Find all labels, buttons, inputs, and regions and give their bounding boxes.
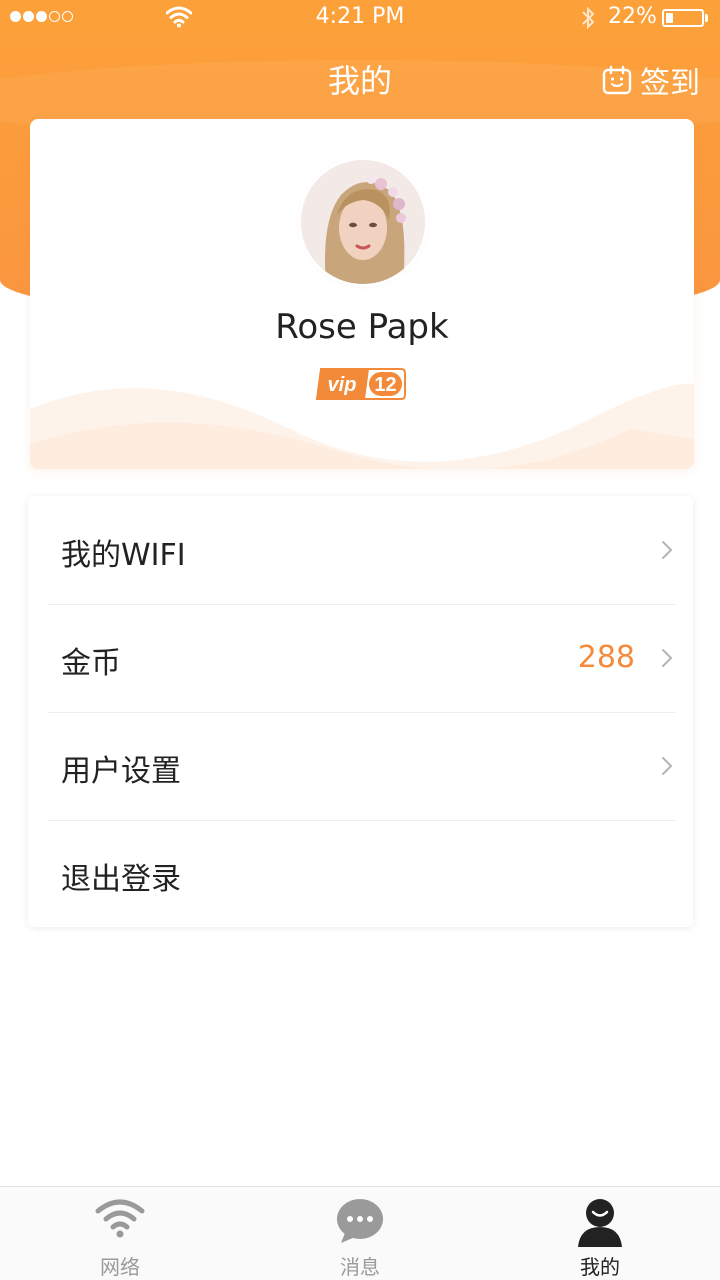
menu-item-wifi[interactable]: 我的WIFI bbox=[28, 496, 693, 604]
checkin-button[interactable]: 签到 bbox=[602, 58, 700, 102]
chevron-right-icon bbox=[662, 541, 672, 559]
calendar-smile-icon bbox=[602, 65, 632, 95]
battery-percent: 22% bbox=[608, 4, 657, 29]
tab-profile[interactable]: 我的 bbox=[480, 1187, 720, 1280]
menu-item-coins[interactable]: 金币 288 bbox=[28, 604, 693, 712]
avatar-image bbox=[301, 160, 425, 284]
avatar[interactable] bbox=[301, 160, 425, 284]
chat-bubble-icon bbox=[337, 1199, 383, 1243]
battery-icon bbox=[662, 9, 704, 27]
tab-messages[interactable]: 消息 bbox=[240, 1187, 480, 1280]
tab-label: 我的 bbox=[580, 1255, 620, 1279]
menu-item-label: 金币 bbox=[61, 646, 121, 681]
tab-network[interactable]: 网络 bbox=[0, 1187, 240, 1280]
status-bar: 4:21 PM 22% bbox=[0, 0, 720, 36]
username: Rose Papk bbox=[275, 307, 449, 347]
chevron-right-icon bbox=[662, 757, 672, 775]
coin-balance: 288 bbox=[577, 640, 635, 675]
vip-level: 12 bbox=[374, 374, 396, 396]
vip-level-badge: vip 12 bbox=[315, 368, 406, 400]
profile-card: Rose Papk vip 12 bbox=[30, 119, 694, 469]
vip-label: vip bbox=[328, 374, 357, 396]
wifi-icon bbox=[95, 1199, 145, 1238]
menu-item-logout[interactable]: 退出登录 bbox=[28, 820, 693, 928]
menu-item-user-settings[interactable]: 用户设置 bbox=[28, 712, 693, 820]
chevron-right-icon bbox=[662, 649, 672, 667]
menu-item-label: 用户设置 bbox=[61, 754, 181, 789]
menu-item-label: 退出登录 bbox=[61, 862, 181, 897]
checkin-label: 签到 bbox=[640, 66, 700, 101]
menu-item-label: 我的WIFI bbox=[61, 538, 186, 573]
user-icon bbox=[578, 1199, 622, 1247]
menu-list: 我的WIFI 金币 288 用户设置 退出登录 bbox=[28, 496, 693, 927]
battery-tip bbox=[705, 14, 708, 22]
tab-label: 消息 bbox=[340, 1255, 380, 1279]
bluetooth-icon bbox=[582, 6, 595, 30]
tab-bar: 网络 消息 我的 bbox=[0, 1186, 720, 1280]
tab-label: 网络 bbox=[100, 1255, 140, 1279]
